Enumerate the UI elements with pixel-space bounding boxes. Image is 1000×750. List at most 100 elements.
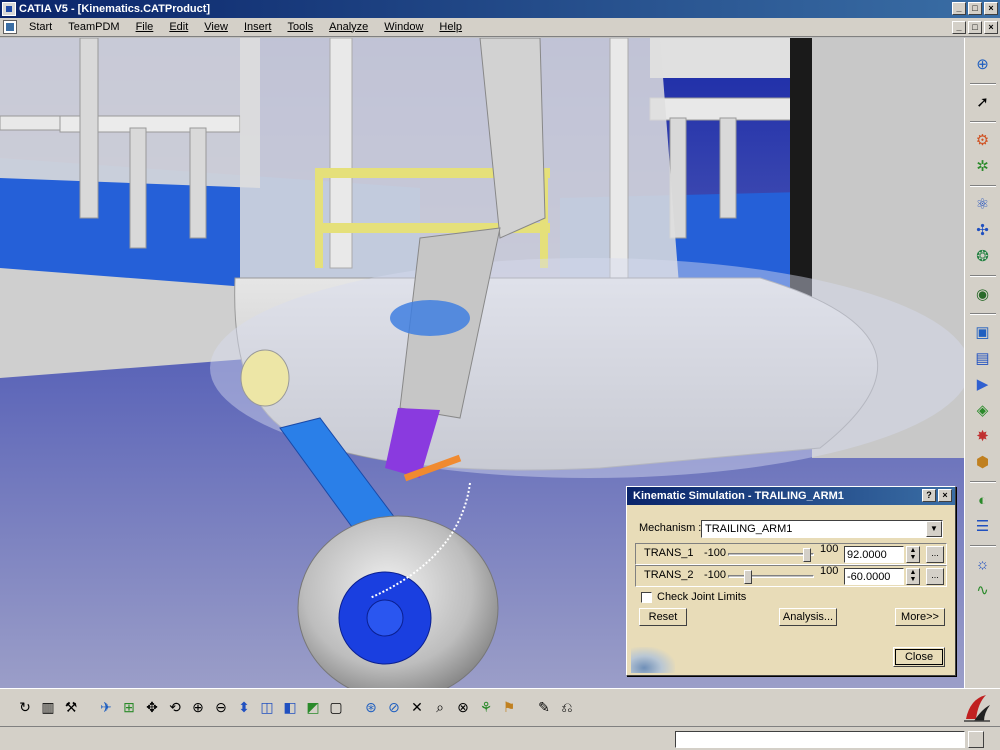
section-icon[interactable]: ⊘ (383, 697, 405, 719)
command-slider-track[interactable] (728, 553, 814, 556)
bay-column-1 (329, 38, 353, 269)
cylindrical-joint-icon[interactable]: ✣ (972, 220, 994, 242)
command-slider-thumb[interactable] (743, 570, 752, 584)
document-controls: _ □ × (952, 21, 998, 34)
seat-post-1 (79, 38, 99, 219)
analysis-button[interactable]: Analysis... (779, 608, 837, 626)
seat-post-3 (189, 127, 207, 239)
hide-show-icon[interactable]: ▢ (325, 697, 347, 719)
tools-icon[interactable]: ⚒ (60, 697, 82, 719)
bottom-toolbar: ↻ ▥ ⚒ ✈ ⊞ ✥ ⟲ ⊕ ⊖ ⬍ ◫ ◧ ◩ ▢ ⊛ ⊘ ✕ ⌕ ⊗ ⚘ … (0, 688, 1000, 726)
toolbar-separator (969, 185, 996, 187)
menu-teampdm[interactable]: TeamPDM (60, 19, 127, 36)
sensors-icon[interactable]: ◈ (972, 400, 994, 422)
law-icon[interactable]: ∿ (972, 580, 994, 602)
sectioning-icon[interactable]: ◐ (972, 490, 994, 512)
menu-window[interactable]: Window (376, 19, 431, 36)
mechanism-value: TRAILING_ARM1 (705, 523, 793, 535)
command-slider-track[interactable] (728, 575, 814, 578)
replay-icon[interactable]: ▶ (972, 374, 994, 396)
menu-help[interactable]: Help (431, 19, 470, 36)
stop-icon[interactable]: ✎ (533, 697, 555, 719)
normal-view-icon[interactable]: ⬍ (233, 697, 255, 719)
undo-icon[interactable]: ⎌ (556, 697, 578, 719)
minimize-button[interactable]: _ (952, 2, 966, 15)
doc-close-button[interactable]: × (984, 21, 998, 34)
check-joint-limits-checkbox[interactable] (641, 591, 652, 603)
zoom-in-icon[interactable]: ⊕ (187, 697, 209, 719)
close-dialog-button[interactable]: Close (893, 647, 945, 667)
more-button[interactable]: More>> (895, 608, 945, 626)
prismatic-joint-icon[interactable]: ⚛ (972, 194, 994, 216)
command-input-button[interactable] (968, 731, 984, 748)
command-name: TRANS_1 (644, 547, 694, 559)
ladder-rail-1 (315, 168, 323, 268)
shading-icon[interactable]: ◩ (302, 697, 324, 719)
command-input[interactable] (675, 731, 965, 748)
doc-minimize-button[interactable]: _ (952, 21, 966, 34)
compile-simulation-icon[interactable]: ▤ (972, 348, 994, 370)
maximize-button[interactable]: □ (968, 2, 982, 15)
spinner-icon[interactable]: ▲ ▼ (906, 546, 920, 563)
menu-file[interactable]: File (128, 19, 162, 36)
mechanism-analysis-icon[interactable]: ◉ (972, 284, 994, 306)
chevron-down-icon[interactable]: ▼ (926, 521, 942, 537)
menu-start[interactable]: Start (21, 19, 60, 36)
reset-button[interactable]: Reset (639, 608, 687, 626)
manipulate-icon[interactable]: ⚘ (475, 697, 497, 719)
command-options-button[interactable]: ... (926, 546, 944, 563)
document-icon[interactable] (3, 20, 17, 34)
catalog-icon[interactable]: ▥ (37, 697, 59, 719)
cabin-wall-right (650, 38, 790, 78)
menu-analyze[interactable]: Analyze (321, 19, 376, 36)
spinner-icon[interactable]: ▲ ▼ (906, 568, 920, 585)
fly-mode-icon[interactable]: ✈ (95, 697, 117, 719)
clash-icon[interactable]: ✸ (972, 426, 994, 448)
close-button[interactable]: × (984, 2, 998, 15)
explode-icon[interactable]: ⚑ (498, 697, 520, 719)
command-value-field[interactable] (844, 568, 904, 585)
kinematic-simulation-dialog: Kinematic Simulation - TRAILING_ARM1 ? ×… (626, 486, 956, 676)
multi-view-icon[interactable]: ◫ (256, 697, 278, 719)
catia-app-icon[interactable] (2, 2, 16, 16)
fit-all-icon[interactable]: ⊞ (118, 697, 140, 719)
measure-icon[interactable]: ⊛ (360, 697, 382, 719)
command-options-button[interactable]: ... (926, 568, 944, 585)
dialog-close-x-button[interactable]: × (938, 489, 952, 502)
select-arrow-icon[interactable]: ➚ (972, 92, 994, 114)
update-icon[interactable]: ↻ (14, 697, 36, 719)
trace-icon[interactable]: ☼ (972, 554, 994, 576)
command-row-trans-2: TRANS_2 -100 100 ▲▼ ... (635, 565, 947, 587)
command-name: TRANS_2 (644, 569, 694, 581)
iso-view-icon[interactable]: ◧ (279, 697, 301, 719)
swap-visible-icon[interactable]: ✕ (406, 697, 428, 719)
screw-joint-icon[interactable]: ❂ (972, 246, 994, 268)
mechanism-select[interactable]: TRAILING_ARM1 ▼ (701, 520, 943, 538)
doc-maximize-button[interactable]: □ (968, 21, 982, 34)
menu-tools[interactable]: Tools (279, 19, 321, 36)
check-joint-limits-row[interactable]: Check Joint Limits (641, 591, 746, 603)
menu-edit[interactable]: Edit (161, 19, 196, 36)
catia-window: CATIA V5 - [Kinematics.CATProduct] _ □ ×… (0, 0, 1000, 750)
command-slider-thumb[interactable] (802, 548, 811, 562)
menu-view[interactable]: View (196, 19, 236, 36)
zoom-out-icon[interactable]: ⊖ (210, 697, 232, 719)
menu-insert[interactable]: Insert (236, 19, 280, 36)
swept-volume-icon[interactable]: ☰ (972, 516, 994, 538)
revolute-joint-icon[interactable]: ✲ (972, 156, 994, 178)
snap-icon[interactable]: ⊗ (452, 697, 474, 719)
command-value-field[interactable] (844, 546, 904, 563)
simulate-commands-icon[interactable]: ▣ (972, 322, 994, 344)
right-toolbar: ⊕ ➚ ⚙ ✲ ⚛ ✣ ❂ ◉ ▣ ▤ ▶ ◈ ✸ ⬢ ◐ ☰ ☼ ∿ (964, 38, 1000, 688)
toolbar-separator (969, 275, 996, 277)
search-icon[interactable]: ⌕ (429, 697, 451, 719)
command-max: 100 (820, 565, 839, 577)
pan-icon[interactable]: ✥ (141, 697, 163, 719)
seat-post-5 (719, 117, 737, 219)
navigator-icon[interactable]: ⊕ (972, 54, 994, 76)
dialog-help-button[interactable]: ? (922, 489, 936, 502)
distance-icon[interactable]: ⬢ (972, 452, 994, 474)
title-bar: CATIA V5 - [Kinematics.CATProduct] _ □ × (0, 0, 1000, 18)
fixed-joint-icon[interactable]: ⚙ (972, 130, 994, 152)
rotate-icon[interactable]: ⟲ (164, 697, 186, 719)
